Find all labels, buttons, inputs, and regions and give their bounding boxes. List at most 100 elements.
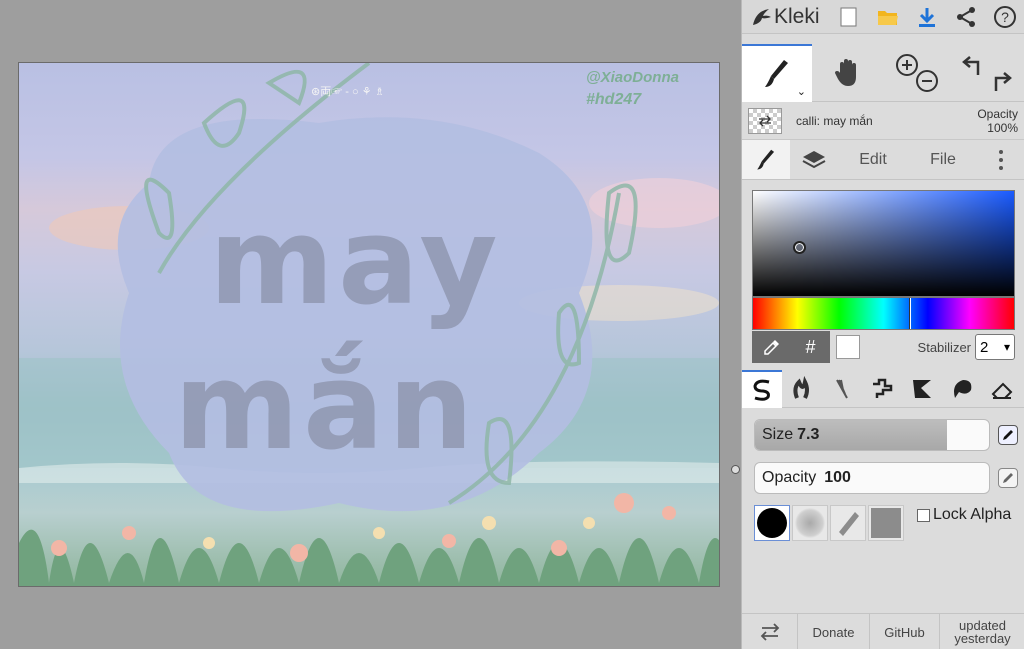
brush-type-sketchy[interactable] [822, 370, 862, 408]
hand-icon [835, 59, 856, 86]
open-folder-icon [877, 10, 898, 25]
round-hard-icon [757, 508, 787, 538]
help-icon: ? [993, 5, 1016, 28]
brush-shape-row [754, 505, 904, 541]
brush-size-value: 7.3 [797, 426, 820, 443]
sketchy-brush-icon [836, 379, 848, 399]
pixel-brush-icon [873, 378, 893, 398]
updated-link[interactable]: updated yesterday [940, 614, 1024, 649]
undo-icon[interactable] [962, 56, 980, 75]
swap-sidebar-button[interactable] [742, 614, 798, 649]
layer-opacity: Opacity 100% [977, 107, 1018, 135]
hex-input-button[interactable]: # [791, 331, 830, 363]
new-image-button[interactable] [830, 0, 869, 34]
blend-brush-icon [793, 376, 809, 399]
active-layer-row[interactable]: calli: may mắn Opacity 100% [742, 102, 1024, 140]
help-button[interactable]: ? [985, 0, 1024, 34]
open-image-button[interactable] [869, 0, 908, 34]
new-file-icon [840, 7, 857, 26]
sidebar-footer: Donate GitHub updated yesterday [742, 613, 1024, 649]
size-pressure-toggle[interactable] [998, 425, 1018, 445]
brush-type-smudge[interactable] [942, 370, 982, 408]
kleki-logo-icon [753, 8, 771, 25]
layer-thumbnail[interactable] [748, 107, 782, 134]
brush-tool-button[interactable]: ⌄ [742, 44, 812, 102]
pen-brush-icon [753, 379, 770, 401]
panel-tabs: Edit File [742, 140, 1024, 180]
smudge-brush-icon [954, 380, 972, 398]
share-icon [956, 6, 975, 27]
swap-arrows-icon [760, 623, 779, 641]
canvas-watermark-tag: #hd247 [586, 91, 642, 108]
opacity-pressure-toggle[interactable] [998, 468, 1018, 488]
brush-type-chemy[interactable] [902, 370, 942, 408]
stabilizer-label: Stabilizer [917, 339, 971, 355]
save-image-button[interactable] [907, 0, 946, 34]
svg-text:?: ? [1001, 9, 1009, 25]
more-options-button[interactable] [978, 140, 1023, 179]
donate-link[interactable]: Donate [798, 614, 870, 649]
brush-size-slider[interactable]: Size 7.3 [754, 419, 990, 451]
brush-type-blend[interactable] [782, 370, 822, 408]
github-link[interactable]: GitHub [870, 614, 940, 649]
hue-slider[interactable] [752, 297, 1015, 330]
redo-icon[interactable] [994, 72, 1012, 91]
zoom-out-icon[interactable] [916, 70, 938, 92]
tab-edit[interactable]: Edit [838, 140, 908, 179]
canvas-title-may: may [209, 193, 502, 332]
round-soft-icon [795, 508, 825, 538]
color-picker-cursor[interactable] [793, 241, 806, 254]
brush-shape-round-hard[interactable] [754, 505, 790, 541]
eyedropper-button[interactable] [752, 331, 791, 363]
share-button[interactable] [946, 0, 985, 34]
tab-brush[interactable] [742, 140, 790, 179]
tab-file[interactable]: File [908, 140, 978, 179]
brush-shape-square[interactable] [868, 505, 904, 541]
lock-alpha-checkbox[interactable] [917, 508, 930, 522]
kleki-logo[interactable]: Kleki [742, 0, 830, 34]
layer-opacity-label: Opacity [977, 106, 1018, 121]
square-icon [871, 508, 901, 538]
brush-icon [757, 149, 775, 170]
layer-name: calli: may mắn [796, 113, 873, 128]
brush-opacity-value: 100 [824, 469, 851, 486]
layers-icon [802, 150, 826, 168]
app-name: Kleki [774, 4, 820, 28]
tab-layers[interactable] [790, 140, 838, 179]
drawing-canvas[interactable]: may mắn ⊛両☞ - ○ ⚘ ♗ @XiaoDonna #hd247 [18, 62, 720, 587]
hue-slider-marker[interactable] [909, 298, 911, 329]
brush-type-pixel[interactable] [862, 370, 902, 408]
eyedropper-icon [763, 340, 779, 355]
canvas-small-header: ⊛両☞ - ○ ⚘ ♗ [311, 86, 385, 98]
brush-type-pen[interactable] [742, 370, 782, 408]
workspace[interactable]: may mắn ⊛両☞ - ○ ⚘ ♗ @XiaoDonna #hd247 [0, 0, 741, 649]
kleki-app: may mắn ⊛両☞ - ○ ⚘ ♗ @XiaoDonna #hd247 Kl… [0, 0, 1024, 649]
eyedropper-hex-group: # [752, 331, 830, 363]
brush-opacity-slider[interactable]: Opacity 100 [754, 462, 990, 494]
color-tools: # Stabilizer 2 ▾ [752, 330, 1015, 364]
lock-alpha-toggle[interactable]: Lock Alpha [917, 506, 1011, 524]
brush-shape-round-soft[interactable] [792, 505, 828, 541]
brush-size-label: Size [762, 426, 794, 443]
pen-pressure-icon [1003, 473, 1013, 483]
canvas-title-man: mắn [174, 338, 478, 477]
color-saturation-value-picker[interactable] [752, 190, 1015, 297]
brush-type-row [742, 370, 1024, 408]
main-tool-row: ⌄ [742, 44, 1024, 102]
more-vertical-icon [998, 149, 1003, 170]
hand-tool-button[interactable] [812, 44, 882, 102]
pen-pressure-icon [1003, 430, 1013, 440]
secondary-color-swatch[interactable] [836, 335, 860, 359]
eraser-icon [991, 382, 1013, 399]
swap-arrows-icon [759, 115, 771, 126]
zoom-in-icon[interactable] [896, 54, 918, 76]
brush-opacity-label: Opacity [762, 469, 817, 486]
brush-icon [765, 60, 788, 87]
chemy-brush-icon [913, 380, 931, 398]
canvas-resize-handle[interactable] [731, 465, 740, 474]
stabilizer-value: 2 [980, 338, 989, 356]
brush-type-eraser[interactable] [982, 370, 1022, 408]
stabilizer-select[interactable]: 2 ▾ [975, 334, 1015, 360]
brush-shape-chisel[interactable] [830, 505, 866, 541]
chevron-down-icon[interactable]: ⌄ [797, 85, 806, 98]
